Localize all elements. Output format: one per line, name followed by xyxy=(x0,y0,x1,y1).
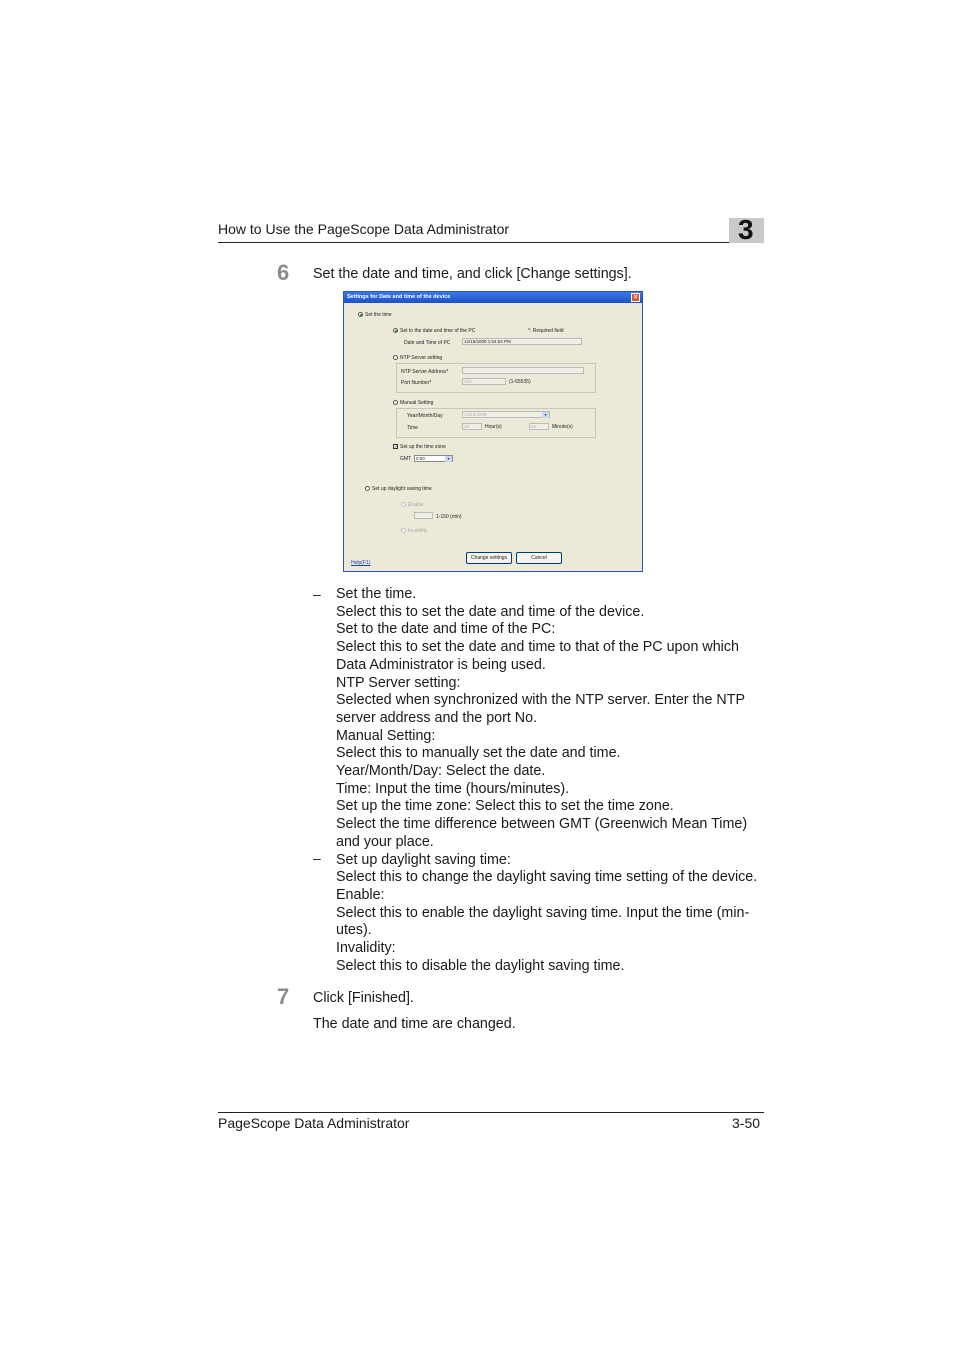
list-item: Time: Input the time (hours/minutes). xyxy=(336,780,570,797)
list-item: Select the time difference between GMT (… xyxy=(336,816,748,833)
list-dash: – xyxy=(313,586,321,602)
time-label: Time xyxy=(407,425,418,431)
list-item: Select this to enable the daylight savin… xyxy=(336,904,750,921)
footer-rule xyxy=(218,1112,764,1113)
list-item: Data Administrator is being used. xyxy=(336,656,546,673)
help-link[interactable]: Help(F1) xyxy=(351,560,370,566)
page-number: 3-50 xyxy=(732,1115,761,1131)
ntp-radio[interactable] xyxy=(393,355,398,360)
dst-invalidity-label: Invalidity xyxy=(408,528,428,534)
dst-invalidity-radio[interactable] xyxy=(401,528,406,533)
step-number-7: 7 xyxy=(277,984,290,1009)
timezone-label: Set up the time zone xyxy=(400,444,446,450)
dst-enable-label: Enable xyxy=(408,502,424,508)
list-item: Select this to manually set the date and… xyxy=(336,745,621,762)
list-item: Set up the time zone: Select this to set… xyxy=(336,798,674,815)
list-dash: – xyxy=(313,850,321,866)
list-item: Set up daylight saving time: xyxy=(336,851,511,868)
ymd-value: 12/15/2009 xyxy=(464,412,487,417)
ntp-port-label: Port Number* xyxy=(401,380,432,386)
list-item: server address and the port No. xyxy=(336,709,538,726)
step-number-6: 6 xyxy=(277,260,290,285)
gmt-value: 0:00 xyxy=(416,456,425,461)
pc-time-radio[interactable] xyxy=(393,328,398,333)
footer-title: PageScope Data Administrator xyxy=(218,1115,410,1131)
list-item: Select this to disable the daylight savi… xyxy=(336,957,625,974)
list-item: Select this to set the date and time to … xyxy=(336,639,739,656)
list-item: Set to the date and time of the PC: xyxy=(336,621,556,638)
hour-spin[interactable]: 13 xyxy=(462,423,482,430)
cancel-button[interactable]: Cancel xyxy=(516,552,562,564)
list-item: and your place. xyxy=(336,833,434,850)
step-7-text: Click [Finished]. xyxy=(313,990,414,1006)
change-settings-button[interactable]: Change settings xyxy=(466,552,512,564)
manual-label: Manual Setting xyxy=(400,400,434,406)
ntp-address-label: NTP Server Address* xyxy=(401,369,449,375)
list-item: Selected when synchronized with the NTP … xyxy=(336,692,745,709)
list-item: Invalidity: xyxy=(336,940,396,957)
gmt-select[interactable]: 0:00 ▾ xyxy=(414,455,453,462)
dst-range: 1-150 (min) xyxy=(436,514,462,520)
ntp-port-range: (1-65535) xyxy=(509,379,531,385)
chapter-number: 3 xyxy=(738,214,754,245)
datetime-settings-dialog: Settings for Date and time of the device… xyxy=(343,291,643,572)
dialog-title-bar: Settings for Date and time of the device… xyxy=(344,292,642,303)
close-icon[interactable]: × xyxy=(631,293,640,302)
ntp-label: NTP Server setting xyxy=(400,355,443,361)
dialog-title: Settings for Date and time of the device xyxy=(347,294,451,300)
pc-time-label: Set to the date and time of the PC xyxy=(400,328,476,334)
explanation-block: Set the time. Select this to set the dat… xyxy=(336,586,776,975)
set-time-label: Set the time xyxy=(365,312,392,318)
ymd-select[interactable]: 12/15/2009 ▾ xyxy=(462,411,550,418)
list-item: Manual Setting: xyxy=(336,727,436,744)
required-note: *: Required field xyxy=(528,328,564,334)
list-item: utes). xyxy=(336,922,372,939)
step-7-result: The date and time are changed. xyxy=(313,1016,516,1032)
gmt-label: GMT xyxy=(400,456,412,462)
ntp-port-input[interactable]: 123 xyxy=(462,378,506,385)
ntp-address-input[interactable] xyxy=(462,367,584,374)
timezone-checkbox[interactable]: ✓ xyxy=(393,444,398,450)
dst-minutes-input[interactable] xyxy=(414,512,433,519)
chevron-down-icon: ▾ xyxy=(542,412,549,418)
list-item: Select this to set the date and time of … xyxy=(336,603,645,620)
manual-radio[interactable] xyxy=(393,400,398,405)
ymd-label: Year/Month/Day xyxy=(407,413,443,419)
step-6-text: Set the date and time, and click [Change… xyxy=(313,266,632,282)
set-time-radio[interactable] xyxy=(358,312,363,317)
pc-datetime-label: Date and Time of PC xyxy=(404,340,451,346)
minute-unit: Minute(s) xyxy=(552,424,573,430)
header-rule xyxy=(218,242,764,243)
list-item: Set the time. xyxy=(336,586,417,602)
list-item: Year/Month/Day: Select the date. xyxy=(336,763,546,780)
hour-unit: Hour(s) xyxy=(485,424,502,430)
dst-label: Set up daylight saving time xyxy=(372,486,432,492)
list-item: Enable: xyxy=(336,886,385,903)
pc-datetime-field: 12/15/2009 1:54:54 PM xyxy=(462,338,582,345)
list-item: Select this to change the daylight savin… xyxy=(336,869,758,886)
dst-radio[interactable] xyxy=(365,486,370,491)
list-item: NTP Server setting: xyxy=(336,674,461,691)
minute-spin[interactable]: 54 xyxy=(529,423,549,430)
running-header-title: How to Use the PageScope Data Administra… xyxy=(218,221,510,237)
dst-enable-radio[interactable] xyxy=(401,502,406,507)
chevron-down-icon: ▾ xyxy=(445,456,452,462)
